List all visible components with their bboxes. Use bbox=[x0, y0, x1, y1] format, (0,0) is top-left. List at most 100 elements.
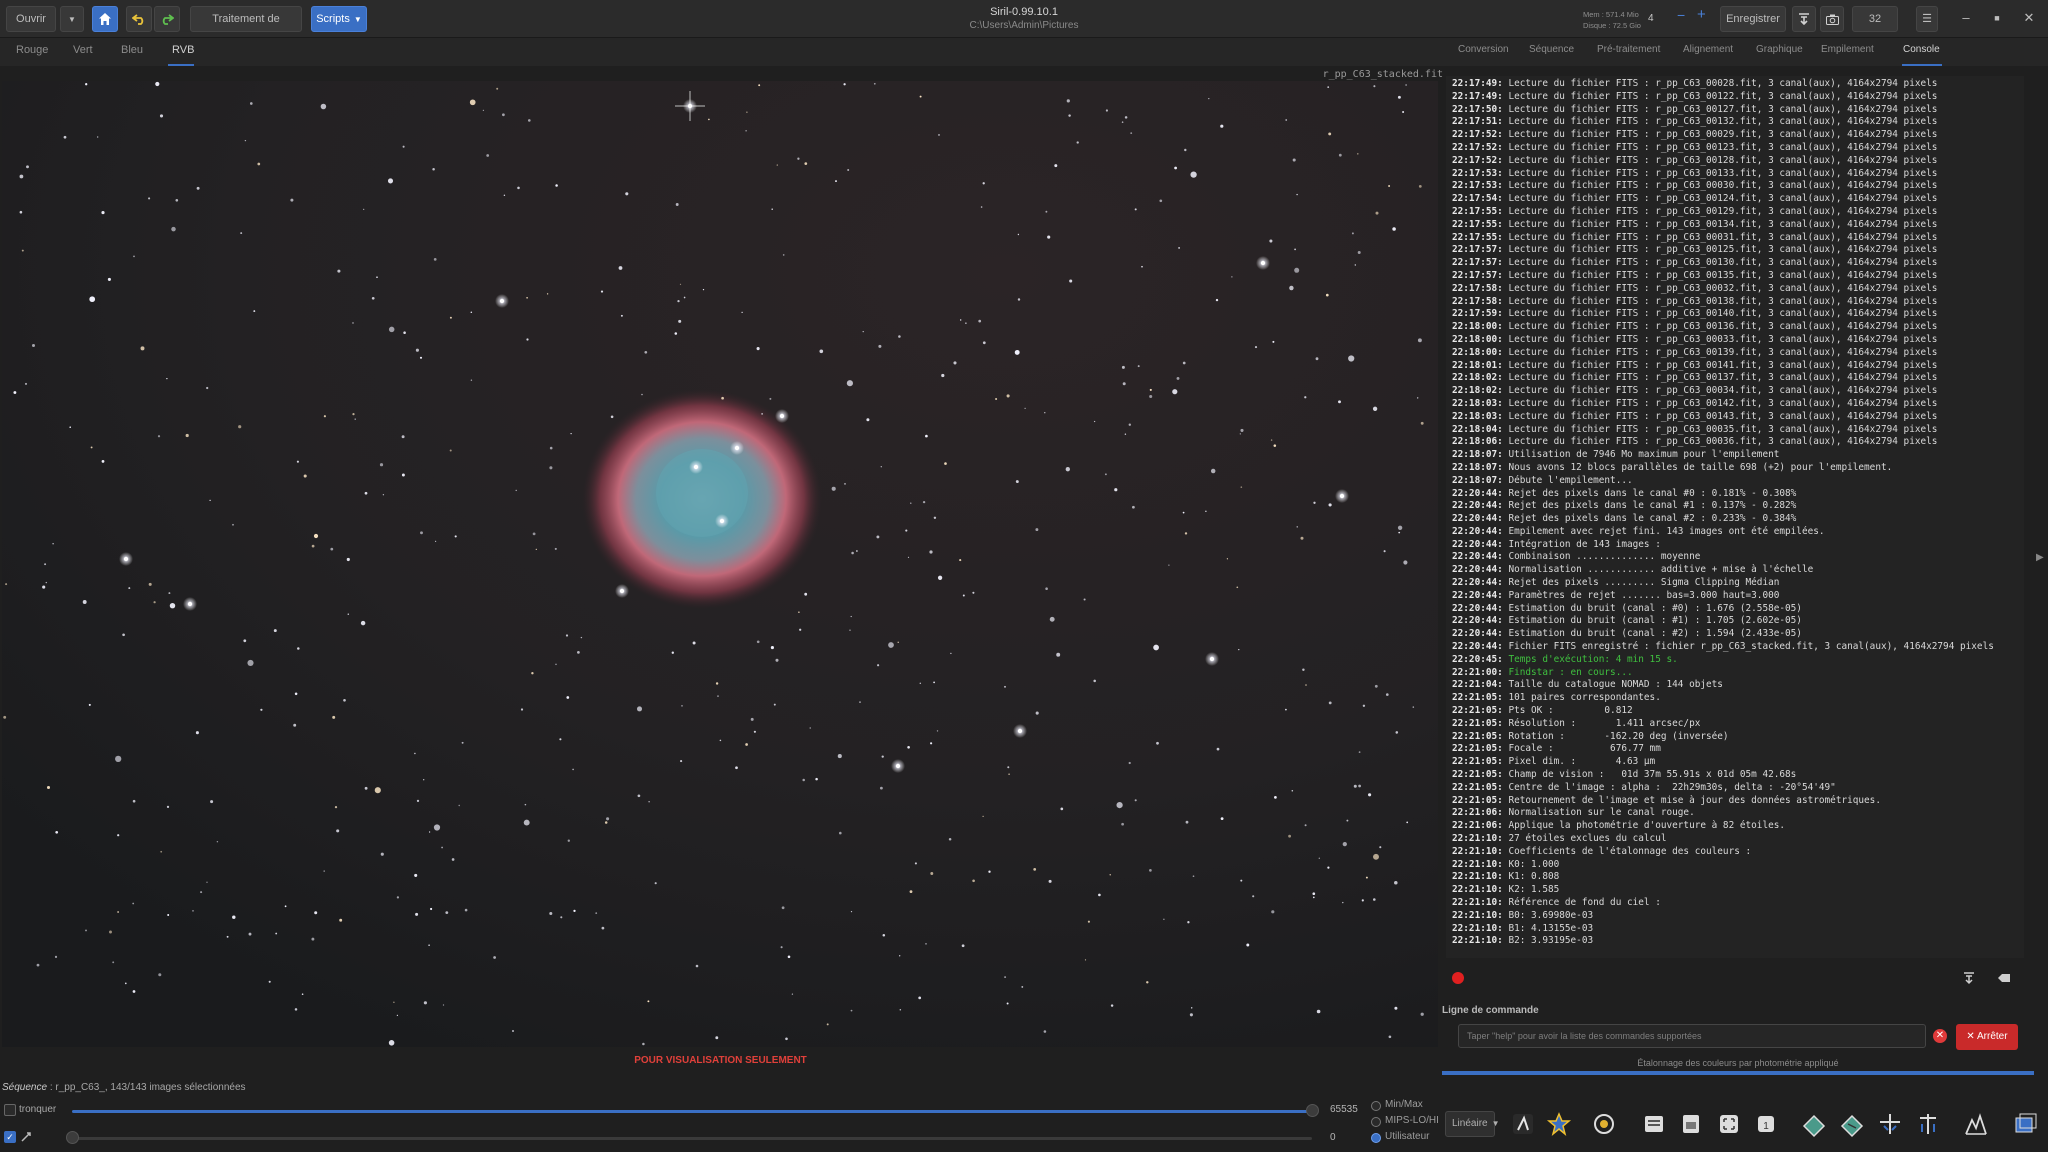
command-input[interactable]: Taper "help" pour avoir la liste des com… bbox=[1458, 1024, 1926, 1048]
tab-underline bbox=[168, 64, 194, 66]
tab-conversion[interactable]: Conversion bbox=[1458, 44, 1509, 55]
image-processing-menu[interactable]: Traitement de l'image▼ bbox=[190, 6, 302, 49]
redo-button[interactable] bbox=[154, 6, 180, 32]
console-line: 22:20:44: Fichier FITS enregistré : fich… bbox=[1452, 641, 1994, 653]
console-line: 22:20:45: Temps d'exécution: 4 min 15 s. bbox=[1452, 653, 1678, 665]
console-line: 22:20:44: Normalisation ............ add… bbox=[1452, 564, 1814, 576]
min-slider[interactable] bbox=[72, 1137, 1312, 1140]
plus-icon[interactable]: + bbox=[1697, 6, 1706, 23]
minimize-button[interactable]: – bbox=[1955, 8, 1977, 28]
stop-icon: ✕ bbox=[1966, 1031, 1978, 1042]
display-mode-select[interactable]: Linéaire ▼ bbox=[1445, 1111, 1500, 1137]
panel-toggle-icon[interactable]: ▶ bbox=[2036, 552, 2044, 563]
link-icon[interactable] bbox=[20, 1131, 32, 1143]
console-line: 22:21:10: Référence de fond du ciel : bbox=[1452, 897, 1661, 908]
scroll-to-end-icon[interactable] bbox=[1961, 970, 1977, 986]
tab-sequence[interactable]: Séquence bbox=[1529, 44, 1574, 55]
console-line: 22:21:10: B1: 4.13155e-03 bbox=[1452, 922, 1594, 934]
max-slider[interactable] bbox=[72, 1110, 1312, 1113]
tab-blue[interactable]: Bleu bbox=[121, 44, 143, 56]
console-line: 22:21:06: Applique la photométrie d'ouve… bbox=[1452, 820, 1786, 832]
display-mode-label: Linéaire bbox=[1452, 1118, 1488, 1129]
rotate-right-icon[interactable] bbox=[1838, 1110, 1866, 1138]
console-line: 22:20:44: Estimation du bruit (canal : #… bbox=[1452, 615, 1802, 627]
redo-icon bbox=[162, 14, 175, 25]
console-line: 22:21:10: B2: 3.93195e-03 bbox=[1452, 935, 1594, 947]
chevron-down-icon: ▼ bbox=[353, 15, 362, 24]
tab-registration[interactable]: Alignement bbox=[1683, 44, 1733, 55]
console-line: 22:20:44: Estimation du bruit (canal : #… bbox=[1452, 628, 1802, 640]
tab-stacking[interactable]: Empilement bbox=[1821, 44, 1874, 55]
minus-icon[interactable]: − bbox=[1677, 7, 1685, 23]
radio-minmax[interactable] bbox=[1371, 1101, 1381, 1111]
clear-log-icon[interactable] bbox=[1996, 970, 2012, 986]
maximize-button[interactable]: ■ bbox=[1986, 8, 2008, 28]
snapshot-button[interactable] bbox=[1820, 6, 1844, 32]
home-button[interactable] bbox=[92, 6, 118, 32]
command-line-label: Ligne de commande bbox=[1442, 1005, 1539, 1016]
console-line: 22:17:57: Lecture du fichier FITS : r_pp… bbox=[1452, 269, 1938, 281]
close-button[interactable]: ✕ bbox=[2018, 8, 2040, 28]
console-line: 22:17:49: Lecture du fichier FITS : r_pp… bbox=[1452, 90, 1938, 102]
console-line: 22:21:04: Taille du catalogue NOMAD : 14… bbox=[1452, 679, 1723, 691]
console-line: 22:20:44: Rejet des pixels dans le canal… bbox=[1452, 513, 1797, 525]
histogram-tool-icon[interactable] bbox=[1509, 1110, 1537, 1138]
console-line: 22:18:01: Lecture du fichier FITS : r_pp… bbox=[1452, 359, 1938, 371]
save-as-button[interactable] bbox=[1792, 6, 1816, 32]
progress-fill bbox=[1442, 1071, 2034, 1075]
photometry-icon[interactable] bbox=[1590, 1110, 1618, 1138]
tab-green[interactable]: Vert bbox=[73, 44, 93, 56]
scripts-menu[interactable]: Scripts ▼ bbox=[311, 6, 367, 32]
zoom-one-icon[interactable]: 1 bbox=[1752, 1110, 1780, 1138]
console-line: 22:21:05: Focale : 676.77 mm bbox=[1452, 743, 1661, 755]
console-line: 22:17:52: Lecture du fichier FITS : r_pp… bbox=[1452, 141, 1938, 153]
undo-button[interactable] bbox=[126, 6, 152, 32]
console-line: 22:21:05: Champ de vision : 01d 37m 55.9… bbox=[1452, 769, 1797, 781]
nebula-core bbox=[656, 449, 748, 537]
image-viewer[interactable] bbox=[2, 81, 1438, 1047]
clip-checkbox[interactable] bbox=[4, 1104, 16, 1116]
console-line: 22:17:58: Lecture du fichier FITS : r_pp… bbox=[1452, 295, 1938, 307]
tab-plot[interactable]: Graphique bbox=[1756, 44, 1803, 55]
threads-spin[interactable]: 4 bbox=[1648, 10, 1676, 28]
tab-preprocessing[interactable]: Pré-traitement bbox=[1597, 44, 1660, 55]
open-recent-dropdown[interactable]: ▼ bbox=[60, 6, 84, 32]
fit-zoom-icon[interactable] bbox=[1715, 1110, 1743, 1138]
stop-button[interactable]: ✕ Arrêter bbox=[1956, 1024, 2018, 1050]
console-line: 22:20:44: Combinaison .............. moy… bbox=[1452, 551, 1701, 563]
print-icon[interactable] bbox=[1677, 1110, 1705, 1138]
tab-rgb[interactable]: RVB bbox=[172, 44, 194, 56]
stack-icon[interactable] bbox=[2012, 1110, 2040, 1138]
open-button[interactable]: Ouvrir bbox=[6, 6, 56, 32]
max-slider-handle[interactable] bbox=[1306, 1104, 1319, 1117]
console-line: 22:21:10: K2: 1.585 bbox=[1452, 884, 1560, 896]
console-line: 22:17:55: Lecture du fichier FITS : r_pp… bbox=[1452, 218, 1938, 230]
header-bar: Ouvrir ▼ Traitement de l'image▼ Scripts▼… bbox=[0, 0, 2048, 49]
mirror-x-icon[interactable] bbox=[1876, 1110, 1904, 1138]
status-message: Étalonnage des couleurs par photométrie … bbox=[1637, 1058, 1839, 1068]
max-value: 65535 bbox=[1330, 1104, 1358, 1115]
star-tool-icon[interactable] bbox=[1545, 1110, 1573, 1138]
plot-icon[interactable] bbox=[1962, 1110, 1990, 1138]
clear-command-icon[interactable]: ✕ bbox=[1933, 1029, 1947, 1043]
scripts-label: Scripts bbox=[316, 13, 350, 25]
image-info-icon[interactable] bbox=[1640, 1110, 1668, 1138]
console-line: 22:18:03: Lecture du fichier FITS : r_pp… bbox=[1452, 397, 1938, 409]
console-line: 22:21:05: 101 paires correspondantes. bbox=[1452, 692, 1661, 704]
save-button[interactable]: Enregistrer bbox=[1720, 6, 1786, 32]
console-line: 22:21:10: Coefficients de l'étalonnage d… bbox=[1452, 845, 1752, 857]
mirror-y-icon[interactable] bbox=[1914, 1110, 1942, 1138]
console-line: 22:20:44: Rejet des pixels dans le canal… bbox=[1452, 487, 1797, 499]
tab-console[interactable]: Console bbox=[1903, 44, 1940, 55]
disk-free: Disque : 72.5 Gio bbox=[1583, 21, 1641, 30]
auto-chain-checkbox[interactable]: ✓ bbox=[4, 1131, 16, 1143]
min-slider-handle[interactable] bbox=[66, 1131, 79, 1144]
console-log[interactable]: 22:17:49: Lecture du fichier FITS : r_pp… bbox=[1446, 76, 2024, 958]
radio-mips[interactable] bbox=[1371, 1117, 1381, 1127]
radio-user[interactable] bbox=[1371, 1133, 1381, 1143]
rotate-left-icon[interactable] bbox=[1800, 1110, 1828, 1138]
hamburger-menu[interactable]: ☰ bbox=[1916, 6, 1938, 32]
tab-red[interactable]: Rouge bbox=[16, 44, 48, 56]
bitdepth-select[interactable]: 32 bits▼ bbox=[1852, 6, 1898, 49]
console-line: 22:17:49: Lecture du fichier FITS : r_pp… bbox=[1452, 78, 1938, 89]
